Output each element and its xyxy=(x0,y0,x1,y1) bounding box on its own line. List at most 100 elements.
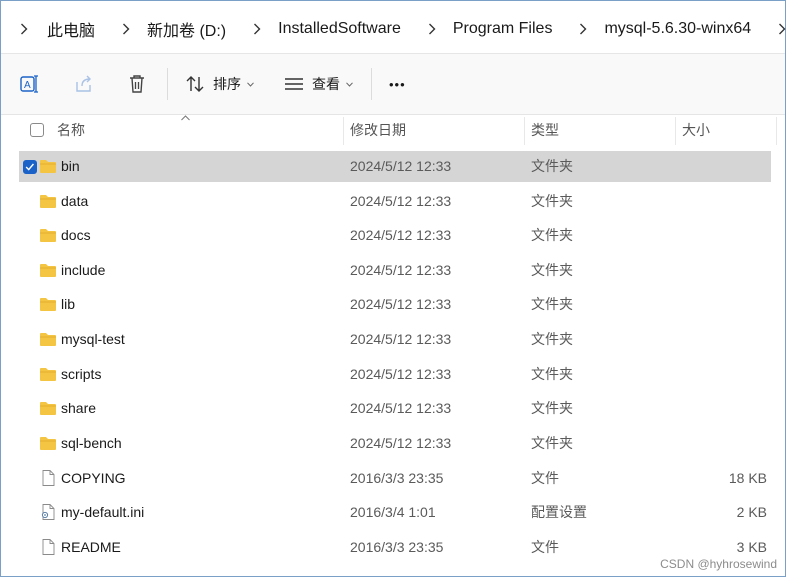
folder-icon xyxy=(40,368,56,381)
column-header: 名称 修改日期 类型 大小 xyxy=(1,115,785,147)
file-type: 文件夹 xyxy=(531,296,573,312)
sort-button[interactable]: 排序 xyxy=(185,72,254,96)
chevron-right-icon[interactable] xyxy=(115,19,137,39)
column-date[interactable]: 修改日期 xyxy=(350,115,406,147)
file-row[interactable]: docs 2024/5/12 12:33 文件夹 xyxy=(19,220,771,251)
file-type: 文件 xyxy=(531,470,559,486)
svg-text:A: A xyxy=(24,80,31,91)
file-row[interactable]: scripts 2024/5/12 12:33 文件夹 xyxy=(19,359,771,390)
file-date: 2024/5/12 12:33 xyxy=(350,435,452,451)
explorer-window: 此电脑 新加卷 (D:) InstalledSoftware Program F… xyxy=(0,0,786,577)
column-divider[interactable] xyxy=(675,117,676,145)
file-date: 2024/5/12 12:33 xyxy=(350,366,452,382)
share-icon xyxy=(76,75,91,92)
file-row[interactable]: lib 2024/5/12 12:33 文件夹 xyxy=(19,289,771,320)
column-divider[interactable] xyxy=(776,117,777,145)
file-date: 2024/5/12 12:33 xyxy=(350,296,452,312)
check-icon xyxy=(25,163,34,171)
folder-icon xyxy=(40,298,56,311)
file-date: 2024/5/12 12:33 xyxy=(350,227,452,243)
watermark: CSDN @hyhrosewind xyxy=(660,557,777,571)
file-name: data xyxy=(61,193,89,209)
folder-icon xyxy=(40,437,56,450)
chevron-right-icon[interactable] xyxy=(246,19,268,39)
more-icon: ••• xyxy=(389,76,406,92)
breadcrumb-item-installedsoftware[interactable]: InstalledSoftware xyxy=(276,20,421,38)
file-type: 文件夹 xyxy=(531,366,573,382)
folder-icon xyxy=(40,229,56,242)
file-size: 2 KB xyxy=(736,504,767,520)
file-row[interactable]: sql-bench 2024/5/12 12:33 文件夹 xyxy=(19,428,771,459)
file-row[interactable]: bin 2024/5/12 12:33 文件夹 xyxy=(19,151,771,182)
column-type[interactable]: 类型 xyxy=(531,115,559,147)
file-icon xyxy=(42,539,55,555)
file-type: 文件夹 xyxy=(531,262,573,278)
file-size: 18 KB xyxy=(728,470,767,486)
file-name: include xyxy=(61,262,106,278)
file-name: bin xyxy=(61,158,80,174)
file-row[interactable]: COPYING 2016/3/3 23:35 文件 18 KB xyxy=(19,463,771,494)
file-date: 2024/5/12 12:33 xyxy=(350,262,452,278)
breadcrumb-item-this-pc[interactable]: 此电脑 xyxy=(45,17,115,41)
file-type: 文件夹 xyxy=(531,400,573,416)
file-type: 文件夹 xyxy=(531,227,573,243)
chevron-right-icon[interactable] xyxy=(771,19,786,39)
trash-icon xyxy=(130,75,144,93)
file-name: sql-bench xyxy=(61,435,122,451)
file-row[interactable]: data 2024/5/12 12:33 文件夹 xyxy=(19,186,771,217)
breadcrumb-item-drive-d[interactable]: 新加卷 (D:) xyxy=(145,17,246,41)
file-name: mysql-test xyxy=(61,331,125,347)
file-date: 2024/5/12 12:33 xyxy=(350,331,452,347)
file-date: 2016/3/4 1:01 xyxy=(350,504,436,520)
file-name: docs xyxy=(61,227,91,243)
folder-icon xyxy=(40,160,56,173)
file-type: 文件 xyxy=(531,539,559,555)
sort-ascending-icon xyxy=(181,115,190,121)
file-type: 文件夹 xyxy=(531,193,573,209)
file-date: 2016/3/3 23:35 xyxy=(350,539,444,555)
file-date: 2016/3/3 23:35 xyxy=(350,470,444,486)
toolbar-divider xyxy=(371,68,372,100)
share-button[interactable] xyxy=(74,72,94,96)
file-type: 文件夹 xyxy=(531,331,573,347)
folder-icon xyxy=(40,402,56,415)
file-name: scripts xyxy=(61,366,102,382)
view-list-icon xyxy=(285,78,303,90)
file-date: 2024/5/12 12:33 xyxy=(350,400,452,416)
chevron-right-icon[interactable] xyxy=(13,19,35,39)
folder-icon xyxy=(40,264,56,277)
file-row[interactable]: share 2024/5/12 12:33 文件夹 xyxy=(19,393,771,424)
file-name: lib xyxy=(61,296,76,312)
file-row[interactable]: README 2016/3/3 23:35 文件 3 KB xyxy=(19,532,771,563)
row-checkbox[interactable] xyxy=(23,160,37,174)
chevron-right-icon[interactable] xyxy=(421,19,443,39)
select-all-checkbox[interactable] xyxy=(30,123,44,137)
column-divider[interactable] xyxy=(524,117,525,145)
address-bar[interactable]: 此电脑 新加卷 (D:) InstalledSoftware Program F… xyxy=(1,1,786,54)
rename-button[interactable]: A xyxy=(19,72,41,96)
column-divider[interactable] xyxy=(343,117,344,145)
view-button[interactable]: 查看 xyxy=(284,72,353,96)
file-icon xyxy=(42,470,55,486)
file-row[interactable]: my-default.ini 2016/3/4 1:01 配置设置 2 KB xyxy=(19,497,771,528)
sort-label: 排序 xyxy=(213,76,241,92)
toolbar-divider xyxy=(167,68,168,100)
chevron-down-icon xyxy=(346,81,353,87)
sort-icon xyxy=(186,76,204,92)
settings-file-icon xyxy=(41,504,55,520)
column-name[interactable]: 名称 xyxy=(57,115,85,147)
more-options-button[interactable]: ••• xyxy=(389,72,406,96)
breadcrumb-item-program-files[interactable]: Program Files xyxy=(451,20,573,38)
file-name: README xyxy=(61,539,121,555)
command-bar: A 排序 查看 ••• xyxy=(1,54,785,115)
file-name: share xyxy=(61,400,97,416)
file-date: 2024/5/12 12:33 xyxy=(350,158,452,174)
delete-button[interactable] xyxy=(128,72,146,96)
file-type: 文件夹 xyxy=(531,158,573,174)
file-row[interactable]: include 2024/5/12 12:33 文件夹 xyxy=(19,255,771,286)
chevron-right-icon[interactable] xyxy=(572,19,594,39)
file-row[interactable]: mysql-test 2024/5/12 12:33 文件夹 xyxy=(19,324,771,355)
column-size[interactable]: 大小 xyxy=(682,115,710,147)
rename-icon: A xyxy=(20,75,38,93)
breadcrumb-item-mysql[interactable]: mysql-5.6.30-winx64 xyxy=(602,20,771,38)
